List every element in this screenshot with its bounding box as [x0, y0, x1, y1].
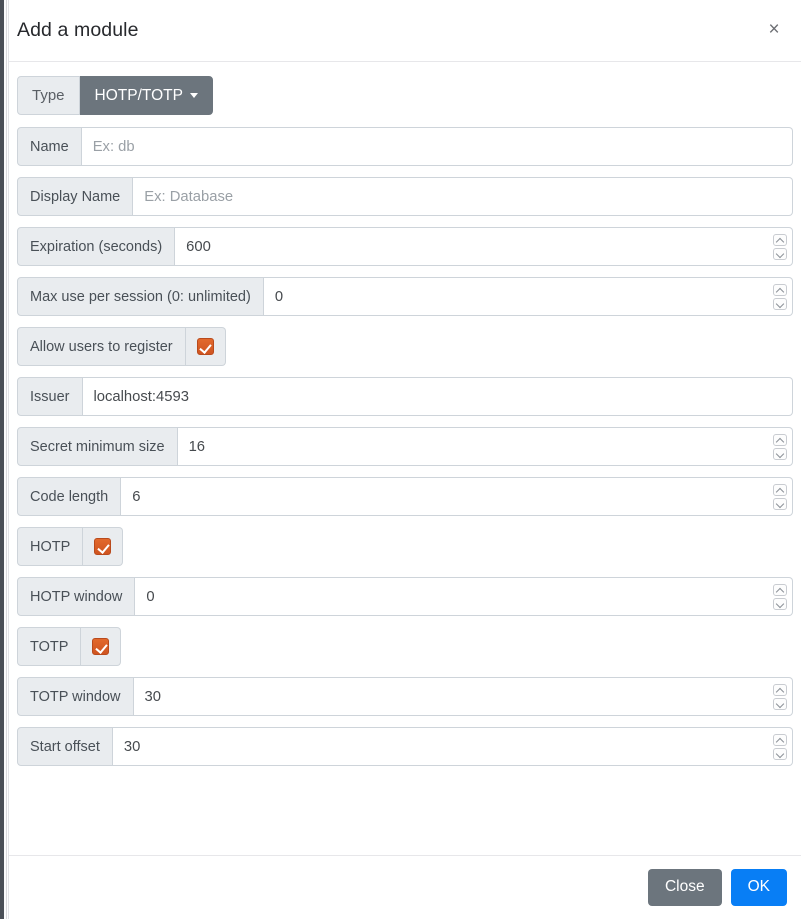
field-wrap-start_offset [112, 727, 793, 766]
field-wrap-code_length [121, 477, 793, 516]
modal-body: Type HOTP/TOTP Name Display Name Expiratio… [9, 62, 801, 855]
chevron-up-icon[interactable] [773, 683, 787, 696]
field-row-max_use: Max use per session (0: unlimited) [17, 277, 793, 316]
input-expiration[interactable] [175, 228, 792, 265]
field-row-totp_window: TOTP window [17, 677, 793, 716]
input-display_name[interactable] [133, 178, 792, 215]
chevron-down-icon[interactable] [773, 497, 787, 510]
field-wrap-totp_window [133, 677, 793, 716]
ok-button[interactable]: OK [730, 869, 787, 906]
chevron-down-icon[interactable] [773, 297, 787, 310]
modal-footer: Close OK [9, 855, 801, 919]
checkbox-hotp[interactable] [83, 527, 124, 566]
type-selector-group: Type HOTP/TOTP [17, 76, 213, 115]
fields-container: Name Display Name Expiration (seconds) Max … [17, 127, 793, 766]
input-code_length[interactable] [121, 478, 792, 515]
stepper-hotp_window[interactable] [773, 583, 787, 610]
input-totp_window[interactable] [133, 678, 792, 715]
stepper-expiration[interactable] [773, 233, 787, 260]
field-wrap-display_name [133, 177, 793, 216]
field-label-max_use: Max use per session (0: unlimited) [17, 277, 264, 316]
field-label-issuer: Issuer [17, 377, 83, 416]
field-row-hotp: HOTP [17, 527, 124, 566]
input-start_offset[interactable] [112, 728, 792, 765]
background-page-strip [4, 0, 7, 919]
add-module-modal: Add a module × Type HOTP/TOTP Name Displa… [8, 0, 801, 919]
module-type-dropdown-value: HOTP/TOTP [94, 86, 183, 104]
input-issuer[interactable] [82, 378, 792, 415]
field-label-expiration: Expiration (seconds) [17, 227, 176, 266]
field-row-hotp_window: HOTP window [17, 577, 793, 616]
chevron-up-icon[interactable] [773, 583, 787, 596]
input-hotp_window[interactable] [135, 578, 792, 615]
input-secret_min[interactable] [177, 428, 792, 465]
stepper-start_offset[interactable] [773, 733, 787, 760]
field-row-start_offset: Start offset [17, 727, 793, 766]
chevron-down-icon [189, 93, 198, 98]
check-icon [92, 638, 110, 655]
field-wrap-secret_min [177, 427, 793, 466]
field-label-display_name: Display Name [17, 177, 134, 216]
field-row-allow_register: Allow users to register [17, 327, 226, 366]
field-label-hotp: HOTP [17, 527, 84, 566]
field-row-display_name: Display Name [17, 177, 793, 216]
field-row-code_length: Code length [17, 477, 793, 516]
chevron-down-icon[interactable] [773, 697, 787, 710]
field-label-code_length: Code length [17, 477, 122, 516]
field-label-hotp_window: HOTP window [17, 577, 136, 616]
chevron-down-icon[interactable] [773, 747, 787, 760]
stepper-max_use[interactable] [773, 283, 787, 310]
chevron-up-icon[interactable] [773, 483, 787, 496]
check-icon [196, 338, 214, 355]
page-title: Add a module [17, 19, 139, 41]
field-label-allow_register: Allow users to register [17, 327, 186, 366]
close-button[interactable]: Close [647, 869, 722, 906]
module-type-dropdown[interactable]: HOTP/TOTP [79, 76, 213, 115]
chevron-up-icon[interactable] [773, 433, 787, 446]
chevron-up-icon[interactable] [773, 233, 787, 246]
field-label-start_offset: Start offset [17, 727, 113, 766]
field-row-secret_min: Secret minimum size [17, 427, 793, 466]
stepper-code_length[interactable] [773, 483, 787, 510]
chevron-up-icon[interactable] [773, 283, 787, 296]
type-label: Type [17, 76, 80, 115]
field-wrap-expiration [175, 227, 793, 266]
field-label-totp: TOTP [17, 627, 82, 666]
field-wrap-issuer [82, 377, 793, 416]
chevron-up-icon[interactable] [773, 733, 787, 746]
field-label-secret_min: Secret minimum size [17, 427, 178, 466]
field-wrap-hotp_window [135, 577, 793, 616]
field-row-totp: TOTP [17, 627, 122, 666]
close-icon[interactable]: × [761, 17, 787, 43]
input-name[interactable] [81, 128, 792, 165]
modal-header: Add a module × [9, 0, 801, 62]
stepper-secret_min[interactable] [773, 433, 787, 460]
field-row-expiration: Expiration (seconds) [17, 227, 793, 266]
check-icon [94, 538, 112, 555]
chevron-down-icon[interactable] [773, 247, 787, 260]
field-wrap-max_use [263, 277, 793, 316]
chevron-down-icon[interactable] [773, 447, 787, 460]
checkbox-totp[interactable] [81, 627, 122, 666]
checkbox-allow_register[interactable] [185, 327, 226, 366]
field-row-issuer: Issuer [17, 377, 793, 416]
field-wrap-name [81, 127, 793, 166]
chevron-down-icon[interactable] [773, 597, 787, 610]
stepper-totp_window[interactable] [773, 683, 787, 710]
field-row-name: Name [17, 127, 793, 166]
field-label-name: Name [17, 127, 82, 166]
input-max_use[interactable] [263, 278, 792, 315]
field-label-totp_window: TOTP window [17, 677, 134, 716]
